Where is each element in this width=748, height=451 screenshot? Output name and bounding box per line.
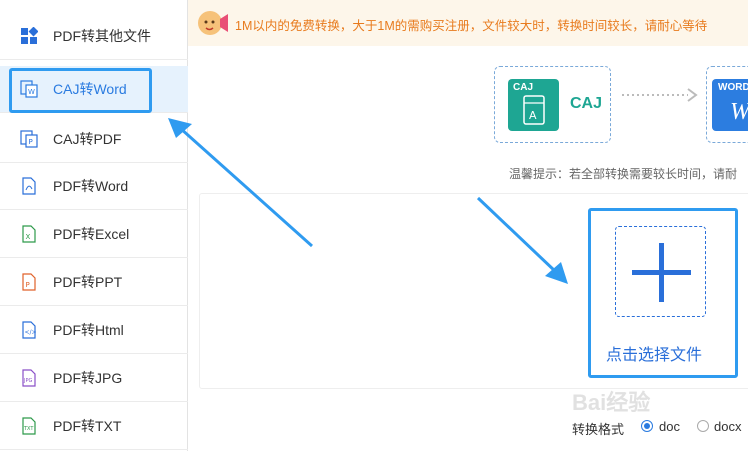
sidebar-item-pdf-to-word[interactable]: PDF转Word [0, 163, 188, 210]
word-tile-label: WORD [718, 82, 748, 93]
svg-text:</>: </> [25, 329, 37, 336]
radio-docx-label[interactable]: docx [714, 419, 741, 434]
ppt-file-icon: P [22, 273, 36, 291]
radio-doc-label[interactable]: doc [659, 419, 680, 434]
sidebar-item-label: PDF转Html [53, 322, 124, 338]
pdf-file-icon [22, 177, 36, 195]
sidebar-item-pdf-to-excel[interactable]: X PDF转Excel [0, 211, 188, 258]
txt-file-icon: TXT [22, 417, 36, 435]
sidebar-item-label: PDF转JPG [53, 370, 123, 386]
apps-grid-icon [21, 27, 38, 44]
svg-text:P: P [26, 281, 30, 289]
sidebar-item-caj-to-word[interactable]: W CAJ转Word [0, 66, 188, 113]
html-file-icon: </> [22, 321, 37, 339]
notice-bar: 1M以内的免费转换，大于1M的需购买注册，文件较大时，转换时间较长，请耐心等待 [188, 0, 748, 46]
svg-text:TXT: TXT [23, 426, 34, 432]
radio-doc[interactable] [641, 420, 653, 432]
word-file-icon: WORD W [712, 79, 748, 131]
radio-docx[interactable] [697, 420, 709, 432]
notice-text: 1M以内的免费转换，大于1M的需购买注册，文件较大时，转换时间较长，请耐心等待 [235, 19, 708, 33]
sidebar-item-pdf-to-ppt[interactable]: P PDF转PPT [0, 259, 188, 306]
plus-icon [632, 243, 691, 302]
tip-text: 温馨提示：若全部转换需要较长时间，请耐 [509, 167, 738, 181]
sidebar-item-label: PDF转PPT [53, 274, 123, 290]
sidebar-item-pdf-to-html[interactable]: </> PDF转Html [0, 307, 188, 354]
upload-drop-area[interactable] [615, 226, 706, 317]
sidebar-item-label: CAJ转Word [53, 81, 127, 97]
jpg-file-icon: JPG [22, 369, 36, 387]
target-format-card: WORD W [706, 66, 748, 143]
book-icon: A [523, 95, 545, 125]
sidebar-item-caj-to-pdf[interactable]: P CAJ转PDF [0, 116, 188, 163]
select-file-button[interactable]: 点击选择文件 [588, 208, 738, 378]
caj-pdf-icon: P [20, 130, 38, 148]
sidebar: PDF转其他文件 W CAJ转Word P CAJ转PDF PDF转Word X… [0, 0, 188, 451]
source-format-label: CAJ [570, 95, 603, 112]
excel-file-icon: X [22, 225, 36, 243]
select-file-label: 点击选择文件 [606, 347, 703, 364]
word-glyph: W [730, 99, 748, 125]
sidebar-item-label: PDF转其他文件 [53, 28, 151, 44]
svg-text:W: W [28, 88, 35, 96]
sidebar-item-label: PDF转Excel [53, 226, 130, 242]
svg-text:A: A [529, 109, 537, 122]
mascot-megaphone-icon [198, 11, 228, 35]
svg-text:X: X [26, 233, 31, 241]
sidebar-item-label: PDF转Word [53, 178, 129, 194]
source-format-card: CAJ A CAJ [494, 66, 611, 143]
format-label: 转换格式 [572, 422, 625, 437]
sidebar-item-pdf-to-other[interactable]: PDF转其他文件 [0, 13, 188, 60]
caj-tile-label: CAJ [513, 82, 534, 93]
sidebar-item-label: PDF转TXT [53, 418, 122, 434]
caj-word-icon: W [20, 80, 38, 98]
sidebar-item-pdf-to-jpg[interactable]: JPG PDF转JPG [0, 355, 188, 402]
caj-file-icon: CAJ A [508, 79, 559, 131]
sidebar-item-pdf-to-txt[interactable]: TXT PDF转TXT [0, 403, 188, 450]
conversion-arrow-icon [622, 88, 698, 102]
svg-text:JPG: JPG [23, 378, 32, 384]
sidebar-item-label: CAJ转PDF [53, 131, 122, 147]
watermark: Bai经验 [572, 390, 651, 415]
svg-text:P: P [29, 138, 33, 146]
